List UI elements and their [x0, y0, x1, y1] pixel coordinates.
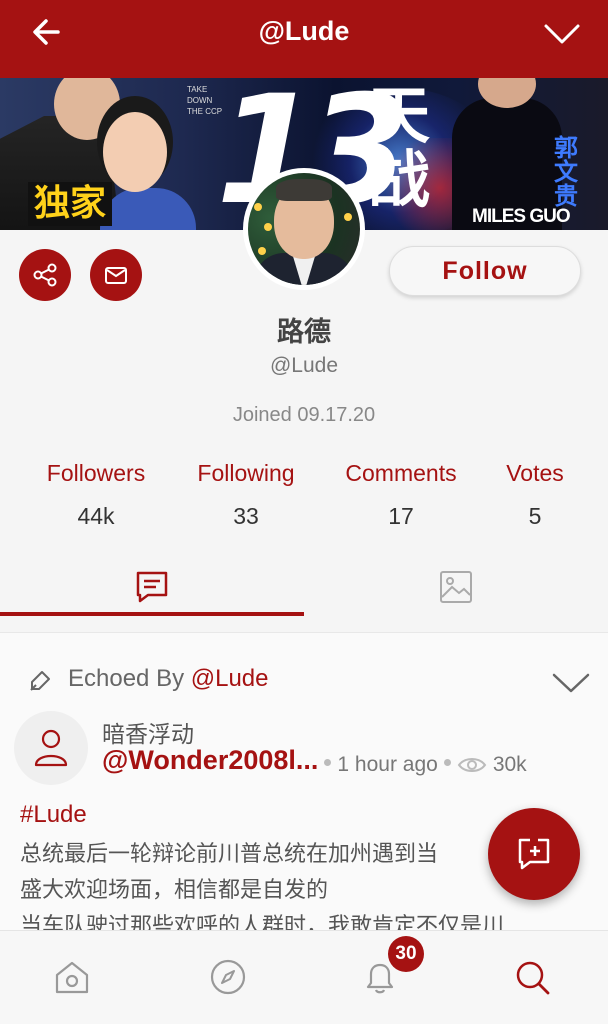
compose-button[interactable] — [488, 808, 580, 900]
tab-posts[interactable] — [0, 557, 304, 617]
post-views: 30k — [492, 752, 527, 776]
profile-section: Follow 路德 @Lude Joined 09.17.20 Follower… — [0, 168, 608, 550]
eye-icon — [457, 757, 487, 772]
stat-label: Following — [197, 460, 295, 486]
banner-exclusive-tag: 独家 — [28, 182, 113, 226]
user-icon — [34, 729, 68, 767]
profile-stats: Followers 44k Following 33 Comments 17 V… — [0, 460, 608, 540]
mail-icon — [105, 267, 127, 284]
chevron-down-icon[interactable] — [540, 14, 584, 54]
post-time: 1 hour ago — [337, 752, 438, 776]
stat-value: 17 — [388, 503, 414, 529]
message-button[interactable] — [90, 249, 142, 301]
share-button[interactable] — [19, 249, 71, 301]
posts-icon — [136, 571, 168, 603]
stat-label: Votes — [506, 460, 564, 486]
profile-display-name: 路德 — [277, 317, 331, 348]
stat-label: Followers — [46, 460, 146, 486]
stat-votes[interactable]: Votes 5 — [490, 460, 580, 530]
search-icon[interactable] — [512, 957, 552, 997]
echoed-by-handle[interactable]: @Lude — [191, 665, 269, 692]
share-icon — [33, 263, 57, 287]
banner-headline-chars: 天战 — [368, 79, 431, 216]
profile-handle: @Lude — [269, 354, 339, 377]
stat-value: 5 — [528, 503, 542, 529]
profile-tabs — [0, 557, 608, 617]
bottom-navigation — [0, 930, 608, 1024]
author-handle[interactable]: @Wonder2008l... — [102, 745, 318, 775]
post-meta: @Wonder2008l... 1 hour ago 30k — [102, 745, 527, 779]
stat-value: 33 — [233, 503, 259, 529]
chevron-down-icon[interactable] — [551, 671, 591, 695]
tab-media[interactable] — [304, 557, 608, 617]
top-bar: @Lude — [0, 0, 608, 78]
echoed-by-prefix: Echoed By — [68, 665, 191, 692]
profile-avatar[interactable] — [243, 168, 365, 290]
author-display-name[interactable]: 暗香浮动 — [102, 715, 194, 749]
image-icon — [440, 571, 472, 603]
author-avatar[interactable] — [14, 711, 88, 785]
stat-comments[interactable]: Comments 17 — [325, 460, 477, 530]
stat-label: Comments — [345, 460, 457, 486]
follow-button[interactable]: Follow — [389, 246, 581, 296]
compose-icon — [518, 838, 550, 870]
stat-value: 44k — [77, 503, 115, 529]
banner-vertical-name: 郭文贵 — [554, 134, 578, 210]
active-tab-indicator — [0, 612, 304, 616]
home-icon[interactable] — [52, 957, 92, 997]
echoed-by-label: Echoed By @Lude — [68, 665, 269, 693]
post-hashtag[interactable]: #Lude — [20, 801, 87, 829]
stat-followers[interactable]: Followers 44k — [20, 460, 172, 530]
compass-icon[interactable] — [208, 957, 248, 997]
notification-badge: 30 — [388, 936, 424, 972]
stat-following[interactable]: Following 33 — [170, 460, 322, 530]
profile-joined-date: Joined 09.17.20 — [232, 404, 376, 426]
page-title: @Lude — [258, 16, 350, 46]
post-body-line: 当车队驶过那些欢呼的人群时，我敢肯定不仅是川 — [20, 914, 505, 932]
echo-icon — [30, 671, 50, 691]
